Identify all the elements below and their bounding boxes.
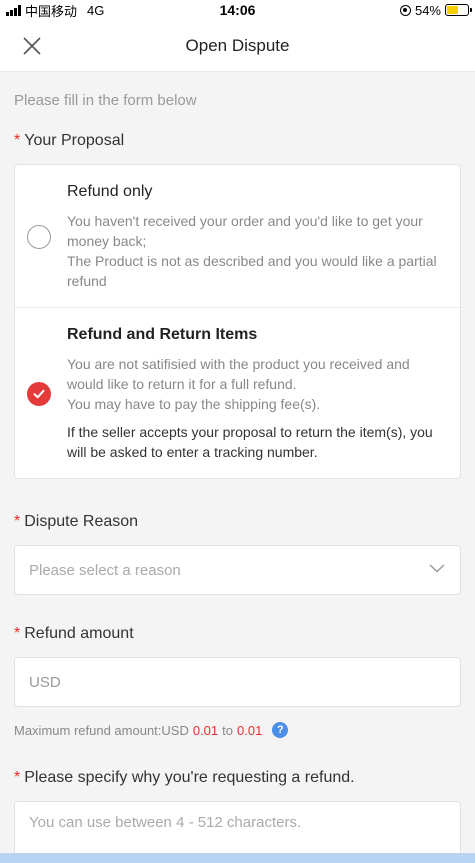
form-content: Please fill in the form below * Your Prop… — [0, 92, 475, 863]
status-time: 14:06 — [219, 2, 256, 18]
refund-reason-label-text: Please specify why you're requesting a r… — [24, 769, 355, 786]
help-icon[interactable]: ? — [272, 722, 289, 738]
network-type: 4G — [87, 2, 105, 18]
refund-amount-label-text: Refund amount — [24, 625, 134, 642]
max-refund-prefix: Maximum refund amount:USD — [14, 722, 189, 738]
proposal-options: Refund only You haven't received your or… — [14, 164, 461, 479]
refund-reason-label: * Please specify why you're requesting a … — [14, 769, 461, 791]
max-refund-info: Maximum refund amount:USD 0.01 to 0.01 ? — [14, 721, 461, 739]
dispute-reason-placeholder: Please select a reason — [29, 561, 181, 579]
signal-icon — [6, 4, 21, 16]
refund-amount-field[interactable] — [14, 657, 461, 707]
dispute-reason-label-text: Dispute Reason — [24, 513, 139, 530]
nav-bar: Open Dispute — [0, 20, 475, 72]
battery-percent: 54% — [414, 2, 441, 18]
option-desc-line: You are not satifisied with the product … — [67, 356, 410, 392]
dispute-reason-label: * Dispute Reason — [14, 513, 461, 535]
option-note: If the seller accepts your proposal to r… — [67, 424, 433, 460]
max-refund-min: 0.01 — [192, 722, 219, 738]
option-desc-line: You may have to pay the shipping fee(s). — [67, 396, 321, 412]
max-refund-to: to — [222, 722, 233, 738]
option-desc-line: The Product is not as described and you … — [67, 253, 437, 289]
rotation-lock-icon — [399, 4, 411, 16]
option-refund-and-return[interactable]: Refund and Return Items You are not sati… — [15, 307, 460, 478]
carrier-name: 中国移动 — [25, 3, 78, 19]
required-mark: * — [14, 625, 21, 642]
option-title: Refund only — [67, 183, 153, 200]
radio-checked-icon[interactable] — [27, 382, 51, 406]
battery-fill — [447, 6, 458, 14]
battery-icon — [445, 4, 472, 16]
bottom-bar — [0, 853, 475, 863]
close-icon[interactable] — [20, 34, 44, 58]
option-title: Refund and Return Items — [67, 326, 258, 343]
status-right: 54% — [399, 2, 472, 18]
proposal-label: * Your Proposal — [14, 132, 461, 154]
required-mark: * — [14, 513, 21, 530]
radio-unchecked-icon[interactable] — [27, 225, 51, 249]
status-left: 中国移动 4G — [6, 1, 104, 20]
chevron-down-icon — [428, 559, 446, 582]
page-title: Open Dispute — [185, 35, 290, 55]
option-refund-only[interactable]: Refund only You haven't received your or… — [15, 165, 460, 307]
proposal-label-text: Your Proposal — [24, 132, 125, 149]
option-body: Refund only You haven't received your or… — [67, 183, 446, 291]
required-mark: * — [14, 769, 21, 786]
required-mark: * — [14, 132, 21, 149]
refund-amount-label: * Refund amount — [14, 625, 461, 647]
status-bar: 中国移动 4G 14:06 54% — [0, 0, 475, 20]
form-hint: Please fill in the form below — [14, 92, 197, 109]
option-body: Refund and Return Items You are not sati… — [67, 326, 446, 462]
option-desc-line: You haven't received your order and you'… — [67, 213, 423, 249]
max-refund-max: 0.01 — [237, 722, 263, 738]
dispute-reason-select[interactable]: Please select a reason — [14, 545, 461, 595]
refund-amount-input[interactable] — [29, 673, 446, 691]
